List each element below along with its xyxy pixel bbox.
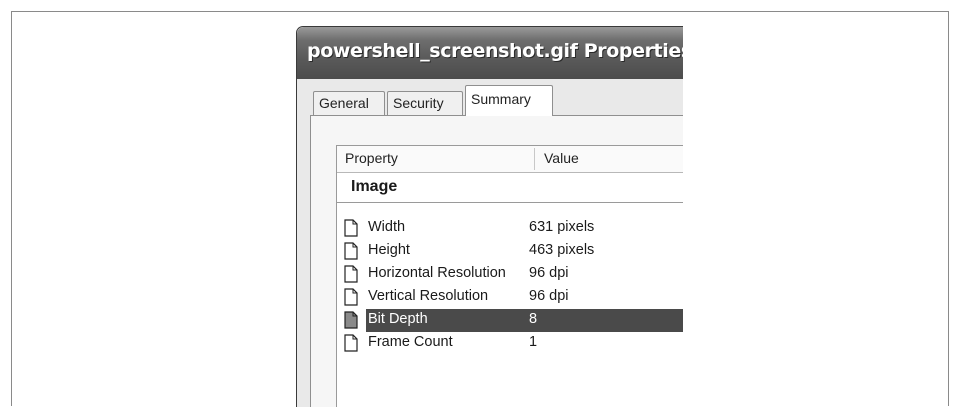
- column-divider[interactable]: [534, 148, 535, 170]
- property-name: Frame Count: [368, 334, 453, 350]
- properties-dialog: powershell_screenshot.gif Properties Gen…: [296, 26, 683, 407]
- summary-panel: Property Value Image Width 631 pixels He…: [310, 115, 683, 407]
- group-header-image: Image: [337, 178, 683, 203]
- list-row-frame-count[interactable]: Frame Count 1: [337, 332, 683, 355]
- document-icon: [344, 334, 358, 352]
- property-value: 1: [529, 334, 538, 350]
- property-name: Horizontal Resolution: [368, 265, 506, 281]
- list-header: Property Value: [337, 146, 683, 173]
- property-value: 96 dpi: [529, 265, 569, 281]
- list-row-bit-depth[interactable]: Bit Depth 8: [337, 309, 683, 332]
- dialog-title: powershell_screenshot.gif Properties: [307, 40, 683, 62]
- list-row-horizontal-resolution[interactable]: Horizontal Resolution 96 dpi: [337, 263, 683, 286]
- tab-summary[interactable]: Summary: [465, 85, 553, 116]
- property-name: Vertical Resolution: [368, 288, 489, 304]
- property-value: 631 pixels: [529, 219, 595, 235]
- document-icon: [344, 219, 358, 237]
- list-row-vertical-resolution[interactable]: Vertical Resolution 96 dpi: [337, 286, 683, 309]
- column-header-value[interactable]: Value: [544, 150, 579, 166]
- property-list[interactable]: Property Value Image Width 631 pixels He…: [336, 145, 683, 407]
- property-name: Width: [368, 219, 406, 235]
- property-value: 463 pixels: [529, 242, 595, 258]
- property-value: 96 dpi: [529, 288, 569, 304]
- document-icon: [344, 288, 358, 306]
- document-icon: [344, 242, 358, 260]
- column-header-property[interactable]: Property: [345, 150, 398, 166]
- tab-security[interactable]: Security: [387, 91, 463, 115]
- group-label: Image: [351, 178, 398, 195]
- tab-general[interactable]: General: [313, 91, 385, 115]
- list-row-height[interactable]: Height 463 pixels: [337, 240, 683, 263]
- title-bar[interactable]: powershell_screenshot.gif Properties: [297, 27, 683, 79]
- tab-strip: General Security Summary: [297, 85, 683, 116]
- property-value: 8: [529, 311, 538, 327]
- property-name: Bit Depth: [368, 311, 428, 327]
- property-name: Height: [368, 242, 410, 258]
- list-row-width[interactable]: Width 631 pixels: [337, 217, 683, 240]
- document-icon: [344, 311, 358, 329]
- document-icon: [344, 265, 358, 283]
